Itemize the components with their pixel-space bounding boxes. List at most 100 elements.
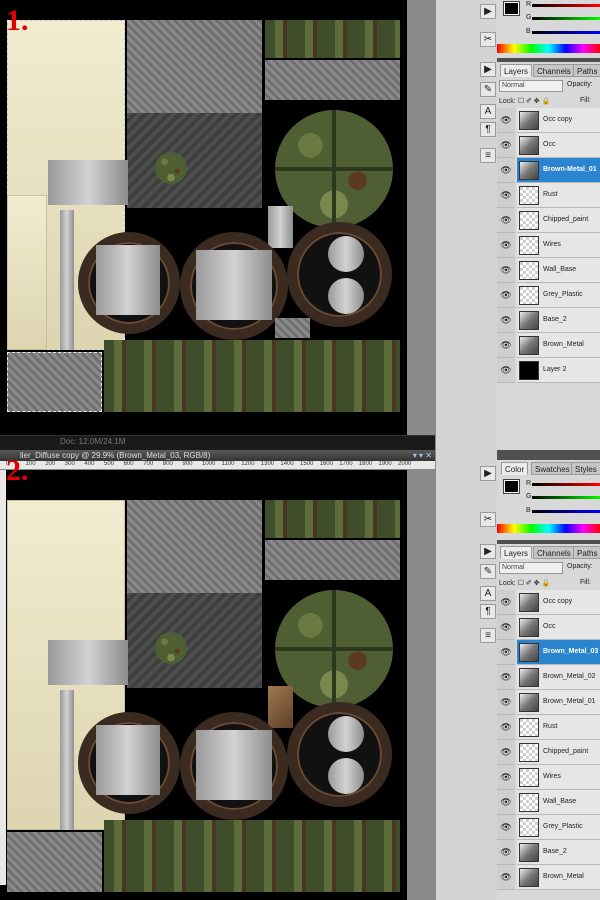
- foreground-color-swatch[interactable]: [503, 479, 520, 494]
- tab-paths[interactable]: Paths: [573, 64, 600, 77]
- layer-row-selected[interactable]: 👁 Brown_Metal_03: [497, 640, 600, 665]
- blend-mode-select[interactable]: Normal: [499, 80, 563, 92]
- layer-row[interactable]: 👁 Chipped_paint: [497, 208, 600, 233]
- tab-channels[interactable]: Channels: [533, 64, 575, 77]
- eye-icon[interactable]: 👁: [497, 790, 515, 815]
- layer-row[interactable]: 👁 Rust: [497, 715, 600, 740]
- tab-styles[interactable]: Styles: [571, 462, 600, 475]
- tab-swatches[interactable]: Swatches: [531, 462, 574, 475]
- layer-row[interactable]: 👁 Chipped_paint: [497, 740, 600, 765]
- eye-icon[interactable]: 👁: [497, 590, 515, 615]
- tab-color[interactable]: Color: [501, 462, 529, 475]
- ruler-tick-label: 1300: [260, 461, 275, 467]
- layer-row[interactable]: 👁 Wall_Base: [497, 790, 600, 815]
- layer-row[interactable]: 👁 Brown_Metal: [497, 333, 600, 358]
- document-canvas[interactable]: [0, 450, 435, 900]
- layer-row[interactable]: 👁 Brown_Metal: [497, 865, 600, 890]
- notes-icon[interactable]: ≡: [480, 628, 496, 643]
- layer-row[interactable]: 👁 Occ copy: [497, 108, 600, 133]
- texture-green-band-top: [265, 20, 400, 58]
- brush-icon[interactable]: ✎: [480, 82, 496, 97]
- paragraph-icon[interactable]: ¶: [480, 122, 496, 137]
- layer-row[interactable]: 👁 Brown_Metal_01: [497, 690, 600, 715]
- tab-layers[interactable]: Layers: [500, 546, 533, 559]
- eye-icon[interactable]: 👁: [497, 258, 515, 283]
- play-icon[interactable]: ▶: [480, 4, 496, 19]
- character-icon[interactable]: A: [480, 104, 496, 119]
- eye-icon[interactable]: 👁: [497, 333, 515, 358]
- tool-column: ▶ ✂ ▶ ✎ A ¶ ≡: [435, 0, 497, 450]
- layer-row[interactable]: 👁 Wires: [497, 765, 600, 790]
- eye-icon[interactable]: 👁: [497, 615, 515, 640]
- blue-slider[interactable]: [532, 31, 600, 34]
- red-slider[interactable]: [532, 483, 600, 486]
- layer-row-selected[interactable]: 👁 Brown-Metal_01: [497, 158, 600, 183]
- eye-icon[interactable]: 👁: [497, 815, 515, 840]
- eye-icon[interactable]: 👁: [497, 358, 515, 383]
- layer-row[interactable]: 👁 Occ copy: [497, 590, 600, 615]
- color-spectrum[interactable]: [497, 524, 600, 533]
- eye-icon[interactable]: 👁: [497, 183, 515, 208]
- character-icon[interactable]: A: [480, 586, 496, 601]
- tab-channels[interactable]: Channels: [533, 546, 575, 559]
- texture-green-band-top: [265, 500, 400, 538]
- texture-small-plate: [275, 318, 310, 338]
- layer-row[interactable]: 👁 Grey_Plastic: [497, 283, 600, 308]
- eye-icon[interactable]: 👁: [497, 308, 515, 333]
- paragraph-icon[interactable]: ¶: [480, 604, 496, 619]
- eye-icon[interactable]: 👁: [497, 740, 515, 765]
- color-spectrum[interactable]: [497, 44, 600, 53]
- eye-icon[interactable]: 👁: [497, 208, 515, 233]
- eye-icon[interactable]: 👁: [497, 283, 515, 308]
- eye-icon[interactable]: 👁: [497, 108, 515, 133]
- tab-layers[interactable]: Layers: [500, 64, 533, 77]
- play-icon[interactable]: ▶: [480, 544, 496, 559]
- eye-icon[interactable]: 👁: [497, 715, 515, 740]
- layer-name: Wires: [543, 773, 561, 780]
- texture-cylinder-2: [328, 278, 364, 314]
- blue-slider[interactable]: [532, 510, 600, 513]
- window-controls[interactable]: ▾ ▾ ✕: [413, 450, 432, 461]
- layer-row[interactable]: 👁 Grey_Plastic: [497, 815, 600, 840]
- eye-icon[interactable]: 👁: [497, 640, 515, 665]
- layer-name: Grey_Plastic: [543, 823, 583, 830]
- layer-row[interactable]: 👁 Base_2: [497, 840, 600, 865]
- texture-machine-1: [96, 725, 160, 795]
- play-icon[interactable]: ▶: [480, 62, 496, 77]
- layer-row[interactable]: 👁 Occ: [497, 615, 600, 640]
- red-slider[interactable]: [532, 4, 600, 7]
- lock-icons[interactable]: ☐ ✐ ✥ 🔒: [518, 98, 551, 105]
- eye-icon[interactable]: 👁: [497, 158, 515, 183]
- blend-mode-select[interactable]: Normal: [499, 562, 563, 574]
- layer-row[interactable]: 👁 Wires: [497, 233, 600, 258]
- eye-icon[interactable]: 👁: [497, 665, 515, 690]
- green-slider[interactable]: [532, 496, 600, 499]
- eye-icon[interactable]: 👁: [497, 690, 515, 715]
- foreground-color-swatch[interactable]: [503, 1, 520, 16]
- layer-row[interactable]: 👁 Brown_Metal_02: [497, 665, 600, 690]
- layers-panel: Layers Channels Paths Normal Opacity: Lo…: [497, 62, 600, 450]
- layers-panel: Layers Channels Paths Normal Opacity: Lo…: [497, 544, 600, 900]
- play-icon[interactable]: ▶: [480, 466, 496, 481]
- layer-row[interactable]: 👁 Base_2: [497, 308, 600, 333]
- tab-paths[interactable]: Paths: [573, 546, 600, 559]
- layer-row[interactable]: 👁 Wall_Base: [497, 258, 600, 283]
- eye-icon[interactable]: 👁: [497, 765, 515, 790]
- notes-icon[interactable]: ≡: [480, 148, 496, 163]
- eye-icon[interactable]: 👁: [497, 133, 515, 158]
- tools-icon[interactable]: ✂: [480, 32, 496, 47]
- layer-row[interactable]: 👁 Layer 2: [497, 358, 600, 383]
- tools-icon[interactable]: ✂: [480, 512, 496, 527]
- eye-icon[interactable]: 👁: [497, 233, 515, 258]
- ruler-tick-label: 600: [123, 461, 134, 467]
- lock-icons[interactable]: ☐ ✐ ✥ 🔒: [518, 580, 551, 587]
- eye-icon[interactable]: 👁: [497, 840, 515, 865]
- layer-row[interactable]: 👁 Rust: [497, 183, 600, 208]
- eye-icon[interactable]: 👁: [497, 865, 515, 890]
- layer-name: Base_2: [543, 848, 567, 855]
- brush-icon[interactable]: ✎: [480, 564, 496, 579]
- layer-row[interactable]: 👁 Occ: [497, 133, 600, 158]
- layer-name: Brown_Metal_01: [543, 698, 596, 705]
- green-slider[interactable]: [532, 17, 600, 20]
- document-canvas[interactable]: [0, 0, 435, 450]
